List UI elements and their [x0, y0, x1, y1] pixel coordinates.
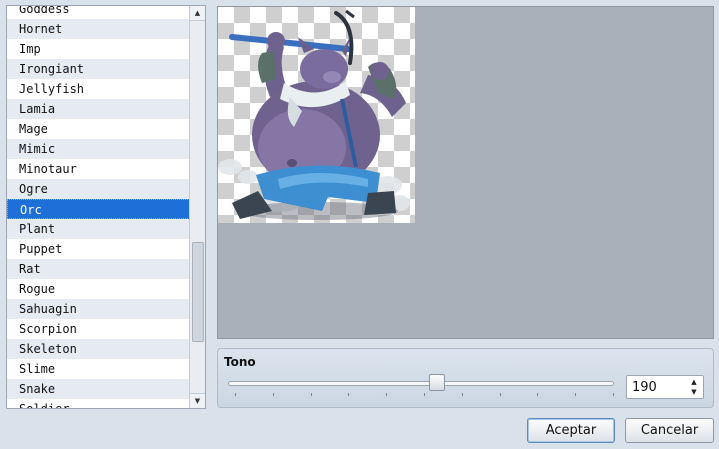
list-item[interactable]: Irongiant	[7, 59, 190, 79]
slider-tick	[461, 393, 463, 396]
tone-slider-thumb[interactable]	[428, 374, 445, 391]
scroll-down-icon[interactable]: ▼	[190, 393, 205, 408]
tone-spinbox[interactable]: 190 ▲ ▼	[626, 375, 704, 399]
list-item[interactable]: Sahuagin	[7, 299, 190, 319]
list-item[interactable]: Puppet	[7, 239, 190, 259]
slider-tick	[348, 393, 350, 396]
spin-down-icon[interactable]: ▼	[689, 387, 699, 397]
cancel-button[interactable]: Cancelar	[625, 418, 714, 443]
list-item[interactable]: Soldier	[7, 399, 190, 408]
tone-slider-ticks	[235, 393, 614, 397]
tone-slider-track[interactable]	[228, 381, 614, 386]
spin-up-icon[interactable]: ▲	[689, 377, 699, 387]
tone-value[interactable]: 190	[632, 380, 657, 395]
list-item[interactable]: Scorpion	[7, 319, 190, 339]
list-item[interactable]: Goddess	[7, 6, 190, 19]
ok-button[interactable]: Aceptar	[527, 418, 615, 443]
slider-tick	[272, 393, 274, 396]
preview-area	[217, 6, 714, 339]
list-scrollbar[interactable]: ▲ ▼	[189, 6, 205, 408]
sprite-list-items: Goddess Hornet Imp Irongiant Jellyfish Lamia M…	[7, 6, 190, 408]
list-item[interactable]: Minotaur	[7, 159, 190, 179]
list-item[interactable]: Plant	[7, 219, 190, 239]
orc-sprite-image	[218, 9, 410, 220]
tone-group: Tono 190 ▲ ▼	[217, 348, 714, 408]
slider-tick	[235, 393, 236, 396]
list-item[interactable]: Jellyfish	[7, 79, 190, 99]
slider-tick	[613, 393, 614, 396]
list-item[interactable]: Mage	[7, 119, 190, 139]
tone-label: Tono	[224, 355, 256, 369]
slider-tick	[575, 393, 577, 396]
slider-tick	[424, 393, 425, 396]
slider-tick	[386, 393, 388, 396]
list-item[interactable]: Rogue	[7, 279, 190, 299]
list-item[interactable]: Imp	[7, 39, 190, 59]
slider-tick	[499, 393, 501, 396]
slider-tick	[537, 393, 539, 396]
list-item[interactable]: Skeleton	[7, 339, 190, 359]
scrollbar-thumb[interactable]	[192, 242, 204, 342]
list-item[interactable]: Snake	[7, 379, 190, 399]
sprite-preview	[218, 7, 415, 223]
list-item[interactable]: Lamia	[7, 99, 190, 119]
list-item[interactable]: Orc	[7, 199, 190, 219]
list-item[interactable]: Mimic	[7, 139, 190, 159]
scroll-up-icon[interactable]: ▲	[190, 6, 205, 21]
list-item[interactable]: Hornet	[7, 19, 190, 39]
list-item[interactable]: Slime	[7, 359, 190, 379]
list-item[interactable]: Ogre	[7, 179, 190, 199]
sprite-list[interactable]: Goddess Hornet Imp Irongiant Jellyfish Lamia M…	[6, 5, 206, 409]
slider-tick	[310, 393, 312, 396]
list-item[interactable]: Rat	[7, 259, 190, 279]
